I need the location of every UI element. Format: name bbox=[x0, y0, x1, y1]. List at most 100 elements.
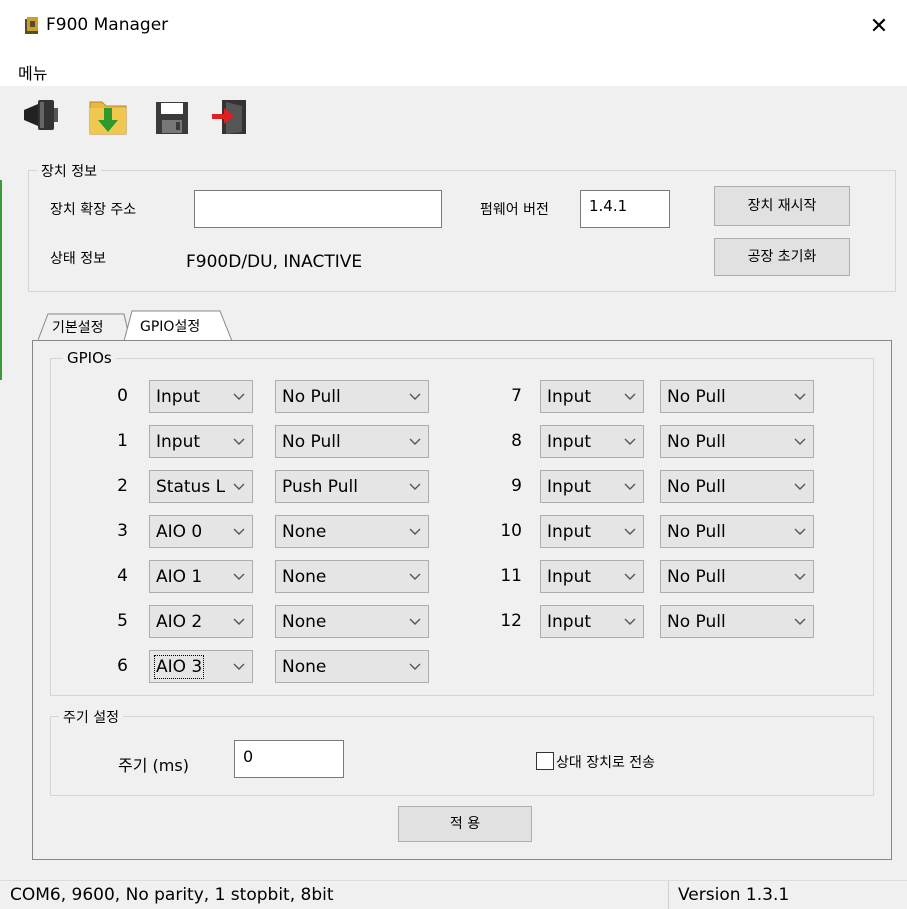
chevron-down-icon bbox=[793, 613, 807, 627]
gpios-title: GPIOs bbox=[63, 349, 116, 367]
gpio-mode-select-value: AIO 0 bbox=[156, 522, 203, 542]
gpio-mode-select[interactable]: Input bbox=[540, 470, 644, 503]
gpio-pull-select[interactable]: None bbox=[275, 650, 429, 683]
gpio-mode-select[interactable]: Status L bbox=[149, 470, 253, 503]
period-input[interactable]: 0 bbox=[234, 740, 344, 778]
chevron-down-icon bbox=[408, 478, 422, 492]
chevron-down-icon bbox=[232, 523, 246, 537]
gpio-mode-select[interactable]: AIO 3 bbox=[149, 650, 253, 683]
chevron-down-icon bbox=[408, 568, 422, 582]
chevron-down-icon bbox=[408, 523, 422, 537]
speaker-icon bbox=[24, 100, 58, 130]
gpio-mode-select[interactable]: Input bbox=[540, 380, 644, 413]
load-button[interactable] bbox=[86, 94, 130, 140]
gpio-pull-select-value: None bbox=[282, 567, 327, 587]
chevron-down-icon bbox=[623, 568, 637, 582]
gpio-pull-select[interactable]: No Pull bbox=[275, 380, 429, 413]
status-separator bbox=[668, 881, 669, 909]
gpio-pull-select[interactable]: No Pull bbox=[275, 425, 429, 458]
gpio-mode-select-value: Input bbox=[547, 477, 592, 497]
gpio-number: 0 bbox=[117, 386, 128, 406]
gpio-mode-select[interactable]: Input bbox=[540, 515, 644, 548]
gpio-mode-select-value: Status L bbox=[156, 477, 226, 497]
chevron-down-icon bbox=[232, 433, 246, 447]
gpio-pull-select-value: Push Pull bbox=[282, 477, 358, 497]
gpio-number: 7 bbox=[511, 386, 522, 406]
gpio-number: 6 bbox=[117, 656, 128, 676]
gpio-pull-select-value: None bbox=[282, 657, 327, 677]
send-to-peer-checkbox[interactable] bbox=[536, 752, 554, 770]
status-info-value: F900D/DU, INACTIVE bbox=[186, 252, 363, 272]
gpio-pull-select[interactable]: No Pull bbox=[660, 470, 814, 503]
window-title: F900 Manager bbox=[46, 15, 169, 35]
gpio-number: 5 bbox=[117, 611, 128, 631]
gpio-mode-select[interactable]: Input bbox=[540, 605, 644, 638]
gpio-mode-select[interactable]: AIO 1 bbox=[149, 560, 253, 593]
gpio-number: 2 bbox=[117, 476, 128, 496]
device-info-title: 장치 정보 bbox=[37, 161, 101, 181]
gpio-mode-select[interactable]: Input bbox=[149, 380, 253, 413]
status-bar: COM6, 9600, No parity, 1 stopbit, 8bit V… bbox=[0, 880, 907, 909]
gpio-pull-select-value: No Pull bbox=[667, 432, 726, 452]
tab-basic-settings[interactable]: 기본설정 bbox=[38, 312, 130, 340]
gpio-pull-select[interactable]: None bbox=[275, 515, 429, 548]
tab-gpio-label: GPIO설정 bbox=[140, 319, 201, 335]
gpio-pull-select[interactable]: Push Pull bbox=[275, 470, 429, 503]
gpio-mode-select[interactable]: Input bbox=[540, 560, 644, 593]
gpio-pull-select-value: No Pull bbox=[667, 477, 726, 497]
gpio-number: 12 bbox=[500, 611, 522, 631]
gpio-pull-select[interactable]: No Pull bbox=[660, 515, 814, 548]
gpio-mode-select[interactable]: Input bbox=[540, 425, 644, 458]
speaker-button[interactable] bbox=[20, 94, 64, 140]
period-title: 주기 설정 bbox=[59, 707, 123, 727]
save-button[interactable] bbox=[150, 94, 194, 140]
ext-address-input[interactable] bbox=[194, 190, 442, 228]
gpio-number: 4 bbox=[117, 566, 128, 586]
app-icon bbox=[25, 17, 38, 34]
tab-basic-label: 기본설정 bbox=[52, 320, 104, 336]
gpio-mode-select-value: Input bbox=[547, 612, 592, 632]
chevron-down-icon bbox=[408, 658, 422, 672]
gpio-mode-select-value: Input bbox=[156, 387, 201, 407]
apply-button[interactable]: 적 용 bbox=[398, 806, 532, 842]
chevron-down-icon bbox=[793, 433, 807, 447]
gpio-mode-select-value: AIO 3 bbox=[153, 655, 205, 679]
chevron-down-icon bbox=[408, 433, 422, 447]
gpio-pull-select-value: None bbox=[282, 522, 327, 542]
gpio-mode-select[interactable]: AIO 0 bbox=[149, 515, 253, 548]
gpio-mode-select[interactable]: AIO 2 bbox=[149, 605, 253, 638]
chevron-down-icon bbox=[623, 478, 637, 492]
gpio-pull-select-value: No Pull bbox=[282, 432, 341, 452]
tab-gpio-settings[interactable]: GPIO설정 bbox=[124, 310, 234, 341]
gpio-mode-select-value: Input bbox=[547, 432, 592, 452]
restart-device-button[interactable]: 장치 재시작 bbox=[714, 186, 850, 226]
folder-download-icon bbox=[89, 101, 127, 135]
gpio-pull-select-value: None bbox=[282, 612, 327, 632]
chevron-down-icon bbox=[793, 478, 807, 492]
chevron-down-icon bbox=[232, 613, 246, 627]
gpio-pull-select[interactable]: No Pull bbox=[660, 425, 814, 458]
gpio-mode-select[interactable]: Input bbox=[149, 425, 253, 458]
version-status: Version 1.3.1 bbox=[678, 885, 790, 905]
connection-status: COM6, 9600, No parity, 1 stopbit, 8bit bbox=[10, 885, 334, 905]
chevron-down-icon bbox=[793, 388, 807, 402]
chevron-down-icon bbox=[793, 568, 807, 582]
menu-item-menu[interactable]: 메뉴 bbox=[14, 60, 51, 84]
status-info-label: 상태 정보 bbox=[50, 251, 106, 267]
gpio-mode-select-value: Input bbox=[547, 567, 592, 587]
gpio-number: 3 bbox=[117, 521, 128, 541]
gpio-pull-select[interactable]: No Pull bbox=[660, 380, 814, 413]
close-button[interactable]: ✕ bbox=[862, 10, 896, 44]
period-label: 주기 (ms) bbox=[118, 756, 189, 775]
chevron-down-icon bbox=[623, 613, 637, 627]
gpio-pull-select[interactable]: None bbox=[275, 560, 429, 593]
firmware-version-field: 1.4.1 bbox=[580, 190, 670, 228]
factory-reset-button[interactable]: 공장 초기화 bbox=[714, 238, 850, 276]
exit-button[interactable] bbox=[208, 94, 252, 140]
gpio-pull-select-value: No Pull bbox=[667, 387, 726, 407]
gpio-pull-select-value: No Pull bbox=[667, 612, 726, 632]
gpio-pull-select[interactable]: No Pull bbox=[660, 605, 814, 638]
gpio-pull-select[interactable]: No Pull bbox=[660, 560, 814, 593]
gpio-pull-select[interactable]: None bbox=[275, 605, 429, 638]
ext-address-label: 장치 확장 주소 bbox=[50, 202, 137, 218]
